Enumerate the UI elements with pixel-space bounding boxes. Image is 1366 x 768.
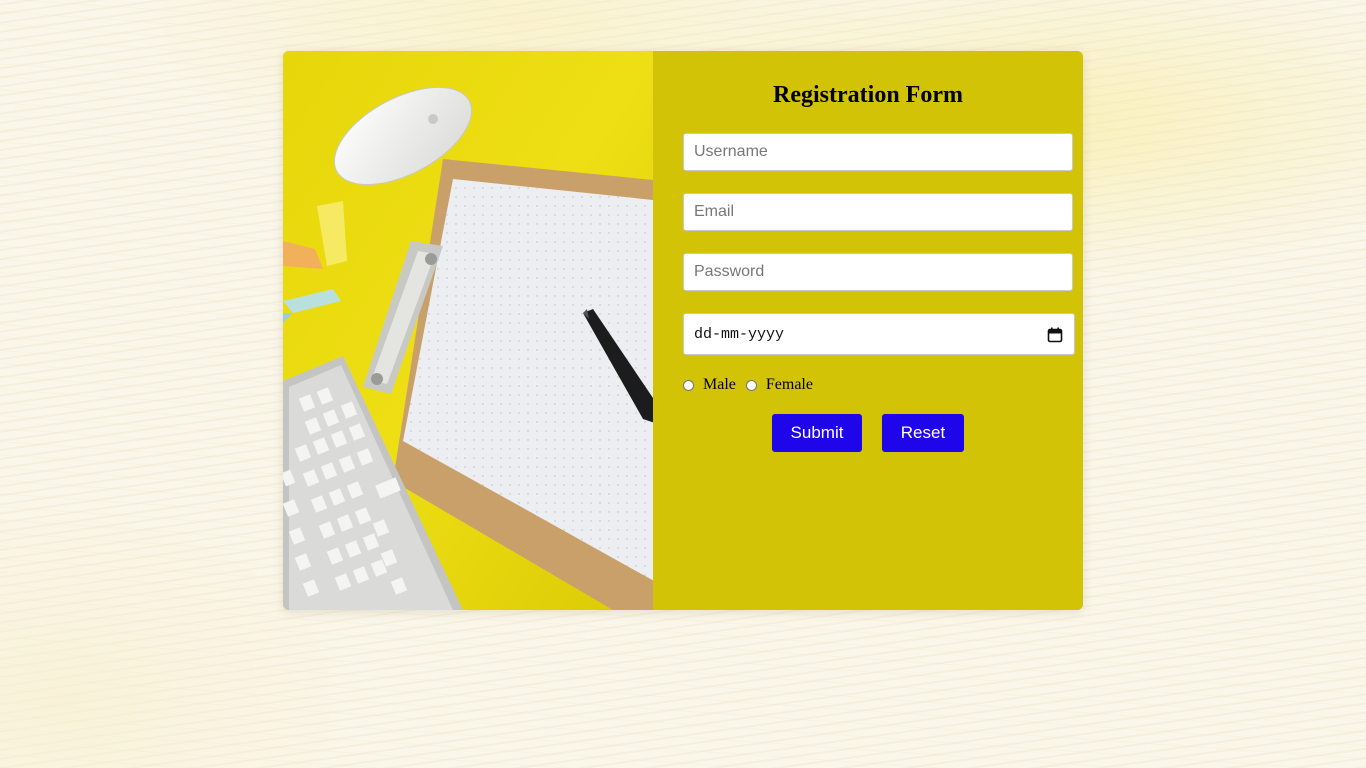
form-title: Registration Form bbox=[773, 82, 963, 108]
calendar-icon[interactable] bbox=[1047, 327, 1063, 343]
reset-button[interactable]: Reset bbox=[882, 414, 964, 452]
username-input[interactable] bbox=[683, 133, 1073, 171]
gender-radio-group: Male Female bbox=[683, 375, 823, 395]
email-input[interactable] bbox=[683, 193, 1073, 231]
female-radio-label: Female bbox=[765, 376, 813, 393]
submit-button[interactable]: Submit bbox=[772, 414, 862, 452]
password-input[interactable] bbox=[683, 253, 1073, 291]
female-radio[interactable] bbox=[745, 379, 757, 391]
date-placeholder: dd-mm-yyyy bbox=[694, 326, 785, 343]
male-radio[interactable] bbox=[683, 379, 694, 391]
date-of-birth-input[interactable]: dd-mm-yyyy bbox=[683, 313, 1075, 355]
male-radio-label: Male bbox=[703, 376, 736, 393]
desk-photo bbox=[283, 51, 653, 610]
